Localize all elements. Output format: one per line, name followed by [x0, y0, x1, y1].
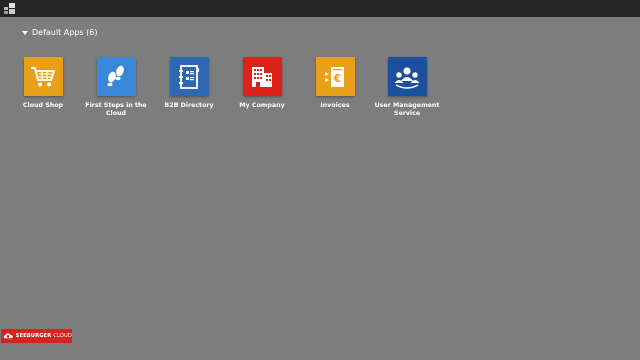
caret-down-icon	[22, 30, 28, 35]
app-tile-my-company[interactable]: My Company	[225, 57, 299, 110]
app-label: My Company	[239, 102, 285, 109]
app-label: B2B Directory	[164, 102, 214, 109]
seeburger-cloud-logo[interactable]: SEEBURGER CLOUD	[1, 329, 72, 343]
app-label: Cloud Shop	[22, 102, 64, 109]
app-icon-box	[387, 57, 427, 96]
brand-suffix: CLOUD	[53, 333, 72, 339]
app-icon-box	[23, 57, 63, 96]
top-bar	[0, 0, 640, 17]
app-label: User Management Service	[374, 102, 440, 117]
app-label: Invoices	[320, 102, 350, 109]
shopping-cart-icon	[31, 66, 55, 86]
section-title: Default Apps (6)	[32, 27, 98, 37]
section-toggle-default-apps[interactable]: Default Apps (6)	[22, 26, 97, 38]
app-icon-box	[169, 57, 209, 96]
app-icon-box	[242, 57, 282, 96]
seeburger-logo-icon	[3, 333, 13, 339]
footprints-icon	[107, 65, 124, 86]
app-label: First Steps in the Cloud	[85, 102, 147, 117]
app-tile-invoices[interactable]: € Invoices	[298, 57, 372, 110]
euro-invoice-icon: €	[325, 66, 344, 87]
app-tile-cloud-shop[interactable]: Cloud Shop	[6, 57, 80, 110]
brand-name: SEEBURGER	[15, 333, 52, 339]
svg-text:€: €	[333, 72, 342, 85]
address-book-icon	[179, 64, 199, 89]
app-tile-first-steps[interactable]: First Steps in the Cloud	[79, 57, 153, 117]
app-tile-b2b-directory[interactable]: B2B Directory	[152, 57, 226, 110]
user-group-icon	[394, 66, 420, 89]
office-building-icon	[252, 66, 272, 87]
app-icon-box: €	[315, 57, 355, 96]
grid-squares-icon[interactable]	[4, 3, 16, 14]
app-icon-box	[96, 57, 136, 96]
app-tile-user-management[interactable]: User Management Service	[370, 57, 444, 117]
